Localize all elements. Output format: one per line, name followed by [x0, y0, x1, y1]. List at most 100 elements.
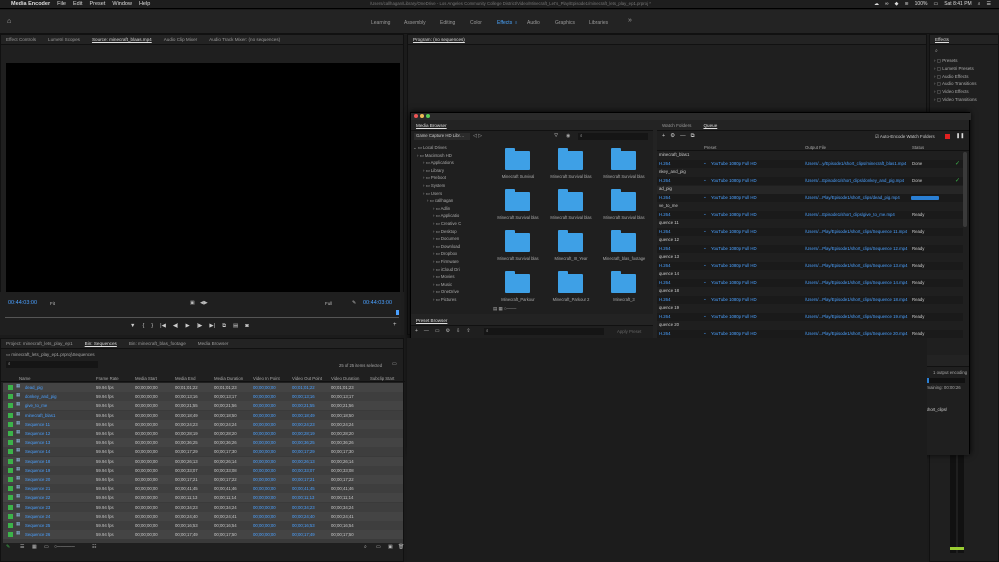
label-color-swatch[interactable]: [8, 440, 13, 446]
tab-preset-browser[interactable]: Preset Browser: [416, 318, 447, 323]
more-workspaces[interactable]: »: [628, 17, 632, 24]
project-search-input[interactable]: ⌕: [6, 361, 98, 368]
chevron-down-icon[interactable]: ⌄: [703, 296, 707, 302]
minimize-window-icon[interactable]: [420, 114, 424, 118]
output-file[interactable]: /Users/...Play/Episode1/short_clips/dead…: [805, 195, 909, 200]
export-icon[interactable]: ⇧: [466, 328, 470, 334]
zoom-slider[interactable]: ○─────: [54, 544, 75, 550]
wifi-icon[interactable]: ≋: [904, 1, 908, 7]
app-menu[interactable]: Media Encoder: [11, 1, 50, 7]
queue-output-row[interactable]: H.264 ⌄ YouTube 1080p Full HD/Users/...Pla…: [657, 330, 963, 338]
effects-search-icon[interactable]: ⌕: [935, 48, 938, 54]
mark-in-icon[interactable]: {: [142, 323, 144, 330]
output-file[interactable]: /Users/...y/Episode1/short_clips/minecra…: [805, 161, 909, 166]
tab-audio-track-mixer[interactable]: Audio Track Mixer: (no sequences): [209, 37, 280, 42]
find-icon[interactable]: ⌕: [364, 544, 367, 550]
clock[interactable]: Sat 8:41 PM: [944, 1, 972, 7]
output-file[interactable]: /Users/...Play/Episode1/short_clips/Sequ…: [805, 246, 909, 251]
source-time-ruler[interactable]: [5, 312, 399, 318]
label-color-swatch[interactable]: [8, 513, 13, 519]
output-format[interactable]: H.264: [659, 280, 670, 285]
table-row[interactable]: ▦ Sequence 14 59.94 fps 00;00;00;00 00;00;17…: [3, 447, 403, 457]
sort-icon[interactable]: ☷: [92, 544, 96, 550]
queue-source-row[interactable]: quence 11: [657, 220, 963, 228]
playhead-marker[interactable]: [396, 310, 399, 315]
label-color-swatch[interactable]: [8, 523, 13, 528]
tree-item[interactable]: › ▭ Applications: [423, 160, 454, 166]
menu-file[interactable]: File: [57, 1, 66, 7]
overwrite-icon[interactable]: ▤: [233, 323, 238, 330]
table-row[interactable]: ▦ Sequence 22 59.94 fps 00;00;00;00 00;00;11…: [3, 493, 403, 503]
output-format[interactable]: H.264: [659, 331, 670, 336]
stop-queue-button[interactable]: [945, 134, 950, 139]
menu-help[interactable]: Help: [139, 1, 150, 7]
label-color-swatch[interactable]: [8, 458, 13, 464]
media-search-input[interactable]: ⌕: [578, 133, 648, 140]
row-name[interactable]: Sequence 12: [25, 431, 50, 436]
label-color-swatch[interactable]: [8, 532, 13, 538]
play-button-icon[interactable]: ▶: [185, 323, 189, 330]
row-name[interactable]: Sequence 25: [25, 523, 50, 528]
row-name[interactable]: Sequence 22: [25, 495, 50, 500]
tab-audio-clip-mixer[interactable]: Audio Clip Mixer: [164, 37, 197, 42]
tree-item[interactable]: › ▭ callhagan: [427, 198, 453, 204]
filter-icon[interactable]: ⛛: [554, 133, 558, 139]
col-video-in[interactable]: Video In Point: [253, 376, 280, 381]
tab-bin-footage[interactable]: Bin: minecraft_blas_footage: [129, 341, 186, 346]
output-format[interactable]: H.264: [659, 212, 670, 217]
col-media-start[interactable]: Media Start: [135, 376, 157, 381]
workspace-graphics[interactable]: Graphics: [555, 20, 575, 26]
dropbox-icon[interactable]: ◆: [895, 1, 899, 7]
table-row[interactable]: ▦ Sequence 20 59.94 fps 00;00;00;00 00;00;17…: [3, 475, 403, 484]
menu-preset[interactable]: Preset: [89, 1, 105, 7]
new-preset-icon[interactable]: +: [415, 328, 418, 334]
remove-icon[interactable]: —: [680, 133, 686, 140]
workspace-effects[interactable]: Effects: [497, 20, 512, 26]
table-row[interactable]: ▦ Sequence 24 59.94 fps 00;00;00;00 00;00;24…: [3, 511, 403, 521]
add-source-icon[interactable]: +: [662, 133, 665, 140]
col-preset[interactable]: Preset: [704, 145, 716, 150]
output-format[interactable]: H.264: [659, 314, 670, 319]
go-to-in-icon[interactable]: |◀: [160, 323, 166, 330]
table-row[interactable]: ▦ Sequence 18 59.94 fps 00;00;00;00 00;00;26…: [3, 456, 403, 466]
folder-tile[interactable]: Minecraft_3: [599, 270, 649, 308]
menu-window[interactable]: Window: [112, 1, 132, 7]
queue-output-row[interactable]: H.264 ⌄ YouTube 1080p Full HD/Users/...Epi…: [657, 177, 963, 185]
col-video-duration[interactable]: Video Duration: [331, 376, 359, 381]
folder-tile[interactable]: Minecraft Survival: [493, 147, 543, 185]
folder-icon[interactable]: ▭: [435, 328, 440, 334]
chevron-down-icon[interactable]: ⌄: [703, 160, 707, 166]
row-name[interactable]: Sequence 11: [25, 422, 50, 427]
step-back-icon[interactable]: ◀|: [173, 323, 179, 330]
label-color-swatch[interactable]: [8, 394, 13, 400]
output-format[interactable]: H.264: [659, 195, 670, 200]
tree-item[interactable]: › ▭ Pictures: [433, 297, 456, 303]
label-color-swatch[interactable]: [8, 504, 13, 510]
row-name[interactable]: dead_pig: [25, 385, 43, 390]
effects-item-video-effects[interactable]: › ▢ Video Effects: [934, 88, 977, 96]
folder-tile[interactable]: Minecraft_Parkour 2: [546, 270, 596, 308]
chevron-down-icon[interactable]: ⌄: [703, 211, 707, 217]
home-icon[interactable]: ⌂: [7, 18, 11, 25]
battery-icon[interactable]: ▭: [933, 1, 938, 7]
tab-bin-sequences[interactable]: Bin: Sequences: [85, 341, 117, 346]
output-preset[interactable]: YouTube 1080p Full HD: [711, 229, 757, 234]
tree-item[interactable]: › ▭ Adlin: [433, 206, 450, 212]
output-file[interactable]: /Users/...Episode1/short_clips/give_to_m…: [805, 212, 909, 217]
folder-tile[interactable]: Minecraft Survival blas: [546, 188, 596, 226]
folder-tile[interactable]: Minecraft Survival blas: [599, 147, 649, 185]
workspace-learning[interactable]: Learning: [371, 20, 390, 26]
tree-item[interactable]: › ▭ Desktop: [433, 229, 457, 235]
tab-media-browser-2[interactable]: Media Browser: [198, 341, 229, 346]
chevron-down-icon[interactable]: ⌄: [703, 228, 707, 234]
output-preset[interactable]: YouTube 1080p Full HD: [711, 178, 757, 183]
table-row[interactable]: ▦ Sequence 26 59.94 fps 00;00;00;00 00;00;17…: [3, 530, 403, 540]
table-row[interactable]: ▦ Sequence 21 59.94 fps 00;00;00;00 00;00;41…: [3, 484, 403, 494]
output-file[interactable]: /Users/...Episode1/short_clips/donkey_an…: [805, 178, 909, 183]
table-row[interactable]: ▦ Sequence 25 59.94 fps 00;00;00;00 00;00;16…: [3, 521, 403, 530]
output-preset[interactable]: YouTube 1080p Full HD: [711, 280, 757, 285]
tab-lumetri-scopes[interactable]: Lumetri Scopes: [48, 37, 80, 42]
mark-out-icon[interactable]: }: [151, 323, 153, 330]
tree-item[interactable]: › ▭ Documen: [433, 236, 459, 242]
output-file[interactable]: /Users/...Play/Episode1/short_clips/Sequ…: [805, 229, 909, 234]
